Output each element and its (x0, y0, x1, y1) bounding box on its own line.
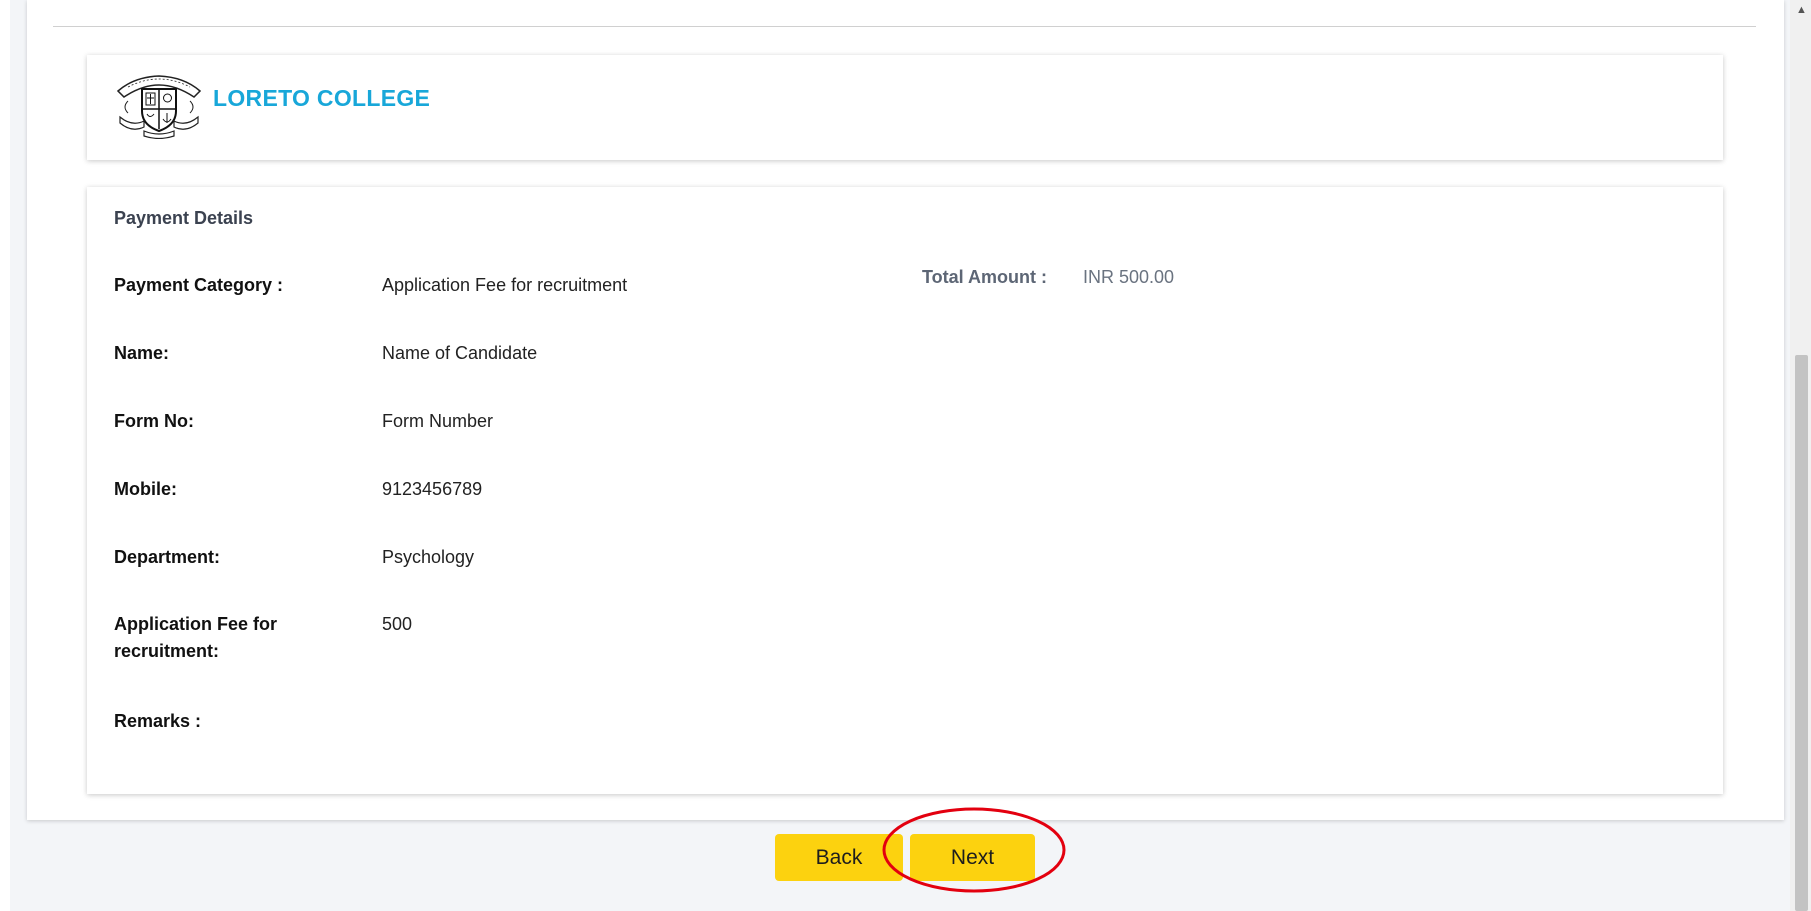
field-label: Form No: (114, 411, 194, 431)
college-name: LORETO COLLEGE (213, 85, 431, 111)
field-value: 9123456789 (382, 479, 483, 499)
scroll-up-arrow-icon[interactable]: ▲ (1796, 4, 1807, 16)
field-label: Remarks : (114, 711, 202, 731)
field-label: Name: (114, 343, 170, 363)
total-amount-label: Total Amount : (922, 267, 1047, 287)
field-value: 500 (382, 614, 413, 634)
back-button[interactable]: Back (775, 834, 903, 881)
field-label: Application Fee for recruitment: (114, 614, 278, 661)
field-label: Payment Category : (114, 275, 284, 295)
field-value: Form Number (382, 411, 494, 431)
field-label: Department: (114, 547, 221, 567)
top-divider (53, 26, 1756, 27)
payment-details-card: Payment Details Total Amount : INR 500.0… (87, 187, 1723, 794)
college-crest-logo (116, 75, 202, 139)
field-label: Mobile: (114, 479, 177, 499)
total-amount-value: INR 500.00 (1083, 267, 1175, 287)
page-left-edge (0, 0, 10, 911)
next-button[interactable]: Next (910, 834, 1035, 881)
college-header-card: LORETO COLLEGE (87, 55, 1723, 160)
payment-details-title: Payment Details (114, 208, 254, 228)
field-value: Name of Candidate (382, 343, 538, 363)
field-value: Application Fee for recruitment (382, 275, 628, 295)
scrollbar-thumb[interactable] (1795, 355, 1808, 911)
field-value: Psychology (382, 547, 475, 567)
